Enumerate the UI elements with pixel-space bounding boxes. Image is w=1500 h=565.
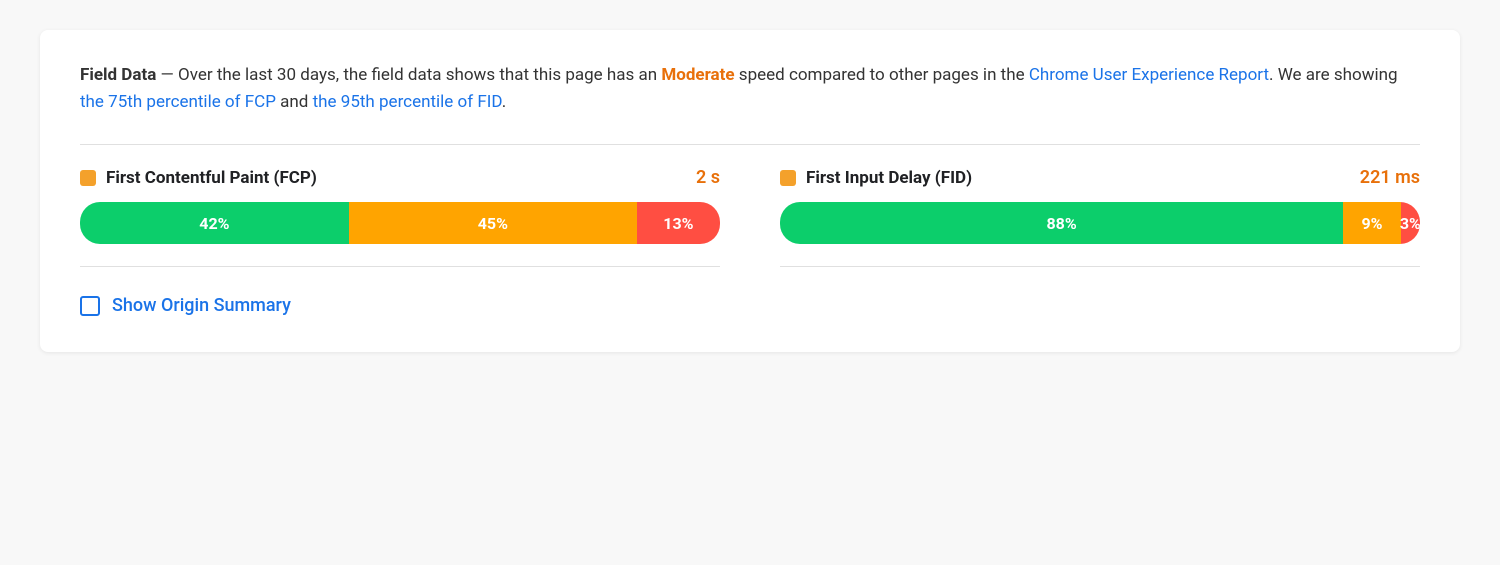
- fid-red-label: 3%: [1400, 214, 1420, 233]
- fcp-bar-orange: 45%: [349, 202, 637, 244]
- fcp-icon: [80, 170, 96, 186]
- fcp-header: First Contentful Paint (FCP) 2 s: [80, 167, 720, 188]
- show-origin-row[interactable]: Show Origin Summary: [80, 295, 1420, 316]
- fid-bar: 88% 9% 3%: [780, 202, 1420, 244]
- fcp-bar: 42% 45% 13%: [80, 202, 720, 244]
- fid-divider: [780, 266, 1420, 267]
- fid-title: First Input Delay (FID): [806, 168, 1344, 188]
- fcp-bar-green: 42%: [80, 202, 349, 244]
- period: .: [502, 92, 506, 112]
- fid-value: 221 ms: [1360, 167, 1420, 188]
- fcp-red-label: 13%: [663, 214, 693, 233]
- fid-header: First Input Delay (FID) 221 ms: [780, 167, 1420, 188]
- fid-bar-green: 88%: [780, 202, 1343, 244]
- main-container: Field Data — Over the last 30 days, the …: [40, 30, 1460, 352]
- fcp-title: First Contentful Paint (FCP): [106, 168, 680, 188]
- fid-icon: [780, 170, 796, 186]
- top-divider: [80, 144, 1420, 145]
- show-origin-label: Show Origin Summary: [112, 295, 291, 316]
- show-origin-checkbox[interactable]: [80, 296, 100, 316]
- fcp-divider: [80, 266, 720, 267]
- fid-bar-red: 3%: [1401, 202, 1420, 244]
- field-data-description: Field Data — Over the last 30 days, the …: [80, 62, 1420, 116]
- fcp-bar-red: 13%: [637, 202, 720, 244]
- fcp-orange-label: 45%: [478, 214, 508, 233]
- fid-green-label: 88%: [1047, 214, 1077, 233]
- fid-percentile-link[interactable]: the 95th percentile of FID: [313, 92, 502, 112]
- desc-before-moderate: — Over the last 30 days, the field data …: [156, 65, 661, 85]
- fid-orange-label: 9%: [1361, 214, 1382, 233]
- field-data-bold: Field Data: [80, 65, 156, 85]
- fid-card: First Input Delay (FID) 221 ms 88% 9% 3%: [780, 167, 1420, 267]
- fcp-card: First Contentful Paint (FCP) 2 s 42% 45%…: [80, 167, 720, 267]
- moderate-label: Moderate: [661, 65, 734, 85]
- chrome-report-link[interactable]: Chrome User Experience Report: [1029, 65, 1269, 85]
- fcp-percentile-link[interactable]: the 75th percentile of FCP: [80, 92, 276, 112]
- fid-bar-orange: 9%: [1343, 202, 1401, 244]
- desc-after-moderate: speed compared to other pages in the: [735, 65, 1029, 85]
- metrics-row: First Contentful Paint (FCP) 2 s 42% 45%…: [80, 167, 1420, 267]
- fcp-green-label: 42%: [199, 214, 229, 233]
- fcp-value: 2 s: [696, 167, 720, 188]
- and-text: and: [276, 92, 313, 112]
- desc-after-link: . We are showing: [1269, 65, 1398, 85]
